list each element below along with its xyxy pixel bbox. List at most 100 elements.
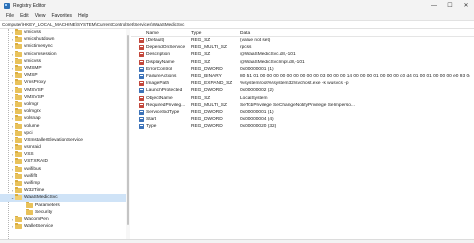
value-row[interactable]: DisplayName REG_SZ @WaaSMedicSvcImpl.dll,-… xyxy=(131,59,474,66)
tree-item[interactable]: › vmicvss xyxy=(0,29,129,36)
column-header-data[interactable]: Data xyxy=(240,31,250,36)
tree-item[interactable]: › volsnap xyxy=(0,115,129,122)
folder-icon xyxy=(15,43,22,50)
tree-scrollbar-thumb[interactable] xyxy=(127,35,129,225)
menu-view[interactable]: View xyxy=(32,13,49,19)
tree-item-label: volmgrx xyxy=(24,109,41,115)
tree-item-label: vmicshutdown xyxy=(24,37,55,43)
tree-item[interactable]: › VMSMP xyxy=(0,65,129,72)
folder-icon xyxy=(15,151,22,158)
value-row[interactable]: RequiredPrivileg... REG_MULTI_SZ SeTcbPriv… xyxy=(131,102,474,109)
tree-item[interactable]: › VMSVSP xyxy=(0,93,129,101)
tree-item[interactable]: › VSTXRAID xyxy=(0,158,129,165)
value-row[interactable]: Description REG_SZ @WaaSMedicSvc.dll,-101 xyxy=(131,51,474,58)
column-header-type[interactable]: Type xyxy=(191,31,201,36)
tree-item-label: vwifimp xyxy=(24,181,40,187)
tree-item[interactable]: › vmicvss xyxy=(0,57,129,65)
tree-item[interactable]: › volmgr xyxy=(0,100,129,108)
string-value-icon xyxy=(139,59,144,65)
folder-icon xyxy=(15,144,22,151)
value-data: LocalSystem xyxy=(240,95,268,101)
binary-value-icon xyxy=(139,73,144,79)
tree-item[interactable]: › VMSP xyxy=(0,72,129,79)
tree-item-label: vpci xyxy=(24,130,33,136)
value-data: 0x00000020 (32) xyxy=(240,124,277,130)
folder-icon xyxy=(15,158,22,165)
value-data: %systemroot%\system32\svchost.exe -k wus… xyxy=(240,81,349,87)
registry-editor-icon xyxy=(4,2,10,9)
tree-item[interactable]: Security xyxy=(0,208,129,216)
string-value-icon xyxy=(139,38,144,43)
value-row[interactable]: ObjectName REG_SZ LocalSystem xyxy=(131,95,474,102)
binary-value-icon xyxy=(139,66,144,72)
column-header-name[interactable]: Name xyxy=(146,31,159,36)
tree-item[interactable]: › WacomPen xyxy=(0,215,129,223)
tree-item-label: VSS xyxy=(24,152,34,158)
window-controls: — ☐ ✕ xyxy=(426,0,474,11)
value-row[interactable]: ServiceSidType REG_DWORD 0x00000001 (1) xyxy=(131,109,474,116)
tree-item-label: VSInstallerElevationService xyxy=(24,137,83,143)
value-row[interactable]: DependOnService REG_MULTI_SZ rpcss xyxy=(131,44,474,51)
tree-item-label: vmictimesync xyxy=(24,44,53,50)
tree-item[interactable]: › vwifimp xyxy=(0,180,129,187)
tree-item-label: VSTXRAID xyxy=(24,159,48,165)
value-row[interactable]: ImagePath REG_EXPAND_SZ %systemroot%\syste… xyxy=(131,80,474,87)
address-bar[interactable]: Computer\HKEY_LOCAL_MACHINE\SYSTEM\Curre… xyxy=(0,20,474,29)
tree-item[interactable]: › VMSVSF xyxy=(0,86,129,94)
folder-icon xyxy=(15,172,22,179)
tree-item-label: volsnap xyxy=(24,116,41,122)
binary-value-icon xyxy=(139,88,144,94)
tree-item[interactable]: › vwififlt xyxy=(0,172,129,180)
string-value-icon xyxy=(139,52,144,58)
tree-item[interactable]: › vmicshutdown xyxy=(0,36,129,43)
value-data: 0x00000001 (1) xyxy=(240,109,274,115)
menu-favorites[interactable]: Favorites xyxy=(48,13,75,19)
value-row[interactable]: ErrorControl REG_DWORD 0x00000001 (1) xyxy=(131,66,474,73)
menu-edit[interactable]: Edit xyxy=(17,13,32,19)
folder-icon xyxy=(26,201,33,208)
folder-icon xyxy=(15,72,22,79)
value-row[interactable]: (Default) REG_SZ (value not set) xyxy=(131,37,474,44)
key-tree: › vmicvss › vmicshutdown › vmictimesync › vmicv… xyxy=(0,29,130,243)
value-data: 0x00000002 (2) xyxy=(240,88,274,94)
tree-item-label: vmicvss xyxy=(24,58,42,64)
tree-item-label: VMSMP xyxy=(24,66,42,72)
folder-icon xyxy=(26,208,33,215)
value-row[interactable]: FailureActions REG_BINARY 80 51 01 00 00 0… xyxy=(131,73,474,80)
tree-item[interactable]: › VmsProxy xyxy=(0,79,129,86)
tree-item[interactable]: › vsmraid xyxy=(0,144,129,151)
menu-help[interactable]: Help xyxy=(75,13,91,19)
value-row[interactable]: Type REG_DWORD 0x00000020 (32) xyxy=(131,123,474,130)
value-data: @WaaSMedicSvc.dll,-101 xyxy=(240,52,296,58)
tree-item[interactable]: › WalletService xyxy=(0,223,129,230)
tree-item[interactable]: ⌄ WaaSMedicSvc xyxy=(0,194,129,202)
tree-scrollbar[interactable] xyxy=(126,29,130,241)
address-path: Computer\HKEY_LOCAL_MACHINE\SYSTEM\Curre… xyxy=(2,22,185,27)
tree-item[interactable]: › vwifibus xyxy=(0,165,129,173)
tree-item[interactable]: › volume xyxy=(0,122,129,129)
tree-item[interactable]: Parameters xyxy=(0,201,129,209)
tree-item[interactable]: › VSS xyxy=(0,151,129,158)
tree-item[interactable]: › vpci xyxy=(0,129,129,137)
binary-value-icon xyxy=(139,124,144,130)
value-row[interactable]: LaunchProtected REG_DWORD 0x00000002 (2) xyxy=(131,87,474,94)
tree-item[interactable]: › vmicvmsession xyxy=(0,50,129,58)
tree-item-label: WaaSMedicSvc xyxy=(24,195,58,201)
tree-item[interactable]: › vmictimesync xyxy=(0,43,129,50)
binary-value-icon xyxy=(139,109,144,115)
minimize-button[interactable]: — xyxy=(426,0,442,11)
tree-item-label: WacomPen xyxy=(24,216,49,222)
tree-item[interactable]: › VSInstallerElevationService xyxy=(0,136,129,144)
folder-icon xyxy=(15,108,22,115)
maximize-button[interactable]: ☐ xyxy=(442,0,458,11)
tree-item-label: Security xyxy=(35,209,53,215)
tree-item[interactable]: › volmgrx xyxy=(0,108,129,115)
close-button[interactable]: ✕ xyxy=(458,0,474,11)
folder-icon xyxy=(15,36,22,43)
string-value-icon xyxy=(139,102,144,108)
tree-item[interactable]: › W32Time xyxy=(0,187,129,194)
menu-file[interactable]: File xyxy=(3,13,17,19)
value-type: REG_DWORD xyxy=(191,88,223,94)
value-row[interactable]: Start REG_DWORD 0x00000004 (4) xyxy=(131,116,474,123)
folder-icon xyxy=(15,187,22,194)
